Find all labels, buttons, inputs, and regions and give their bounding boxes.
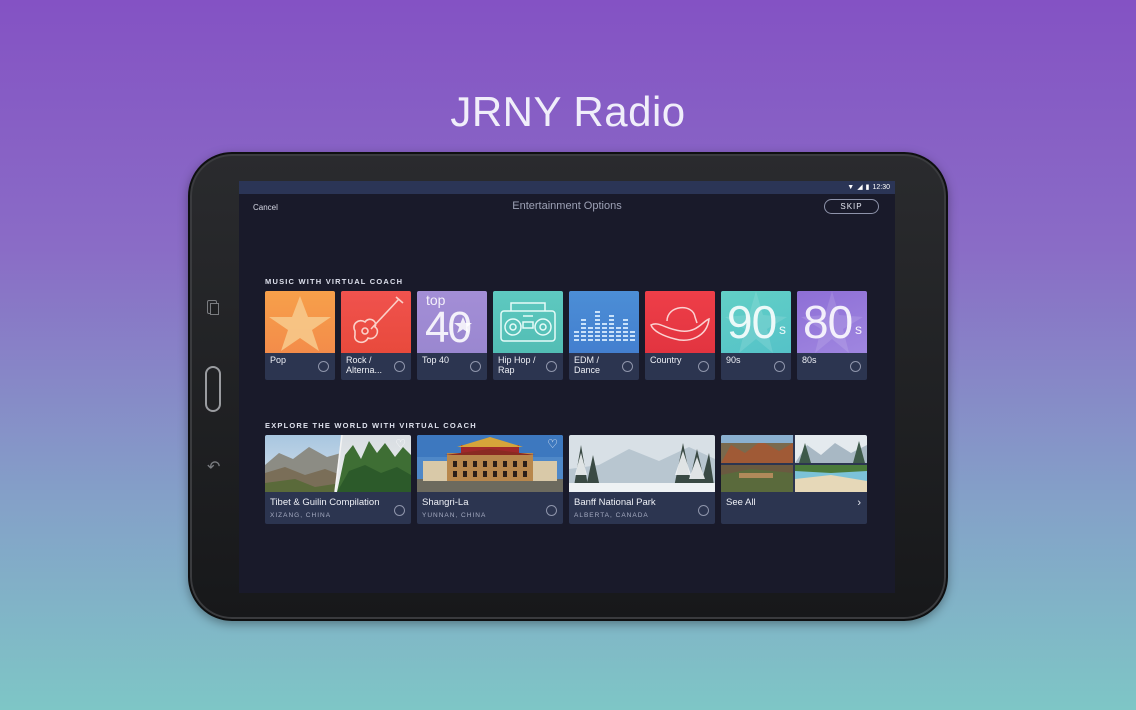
world-card-title: See All [726,497,756,508]
select-radio[interactable] [394,505,405,516]
art-number: 90 [727,296,777,348]
music-card-90s[interactable]: 90 s 90s [721,291,791,380]
favorite-heart-icon[interactable]: ♡ [395,438,406,450]
tablet-device: ↶ ▼ ◢ ▮ 12:30 Cancel Entertainment Optio… [188,152,948,621]
select-radio[interactable] [394,361,405,372]
page-title: Entertainment Options [512,200,622,212]
world-card-tibet-guilin[interactable]: ♡ Tibet & Guilin Compilation XIZANG, CHI… [265,435,411,524]
pop-art [265,291,335,353]
music-card-label: Rock / Alterna... [346,355,383,375]
back-icon[interactable]: ↶ [207,457,220,477]
guitar-icon [353,296,404,344]
battery-icon: ▮ [865,184,870,191]
music-card-80s[interactable]: 80 s 80s [797,291,867,380]
90s-art: 90 s [721,291,791,353]
select-radio[interactable] [850,361,861,372]
music-card-hip-hop[interactable]: Hip Hop / Rap [493,291,563,380]
art-suffix: s [855,321,862,337]
world-card-see-all[interactable]: See All › [721,435,867,524]
music-card-label: Country [650,355,682,365]
select-radio[interactable] [470,361,481,372]
see-all-collage [721,435,867,492]
music-card-rock[interactable]: Rock / Alterna... [341,291,411,380]
select-radio[interactable] [622,361,633,372]
select-radio[interactable] [698,505,709,516]
world-card-title: Shangri-La [422,497,469,508]
music-card-edm[interactable]: EDM / Dance [569,291,639,380]
shangri-la-photo: ♡ [417,435,563,492]
promo-title: JRNY Radio [450,88,686,135]
music-card-label: Top 40 [422,355,450,365]
cowboy-hat-icon [650,307,710,341]
top-40-art: top 40 [417,291,487,353]
rock-art [341,291,411,353]
status-bar: ▼ ◢ ▮ 12:30 [239,181,895,194]
home-button[interactable] [205,366,221,412]
art-suffix: s [779,321,786,337]
world-card-location: YUNNAN, CHINA [422,512,487,519]
select-radio[interactable] [546,361,557,372]
wifi-icon: ▼ [847,184,855,191]
world-card-shangri-la[interactable]: ♡ Shangri-La YUNNAN, CHINA [417,435,563,524]
world-card-title: Banff National Park [574,497,656,508]
80s-art: 80 s [797,291,867,353]
select-radio[interactable] [774,361,785,372]
music-card-label: EDM / Dance [574,355,601,375]
select-radio[interactable] [698,361,709,372]
signal-icon: ◢ [857,184,863,191]
music-card-country[interactable]: Country [645,291,715,380]
country-art [645,291,715,353]
hip-hop-art [493,291,563,353]
star-icon [454,317,472,333]
world-card-location: ALBERTA, CANADA [574,512,649,519]
world-card-banff[interactable]: Banff National Park ALBERTA, CANADA [569,435,715,524]
edm-art [569,291,639,353]
art-number: 80 [803,296,853,348]
music-card-label: Hip Hop / Rap [498,355,536,375]
chevron-right-icon[interactable]: › [857,497,861,509]
music-row: Pop Rock / Alterna... top 40 Top 40 Hip … [265,291,867,380]
music-card-top-40[interactable]: top 40 Top 40 [417,291,487,380]
music-card-pop[interactable]: Pop [265,291,335,380]
favorite-heart-icon[interactable]: ♡ [547,438,558,450]
music-card-label: Pop [270,355,287,365]
world-row: ♡ Tibet & Guilin Compilation XIZANG, CHI… [265,435,867,524]
app-screen: ▼ ◢ ▮ 12:30 Cancel Entertainment Options… [239,181,895,593]
world-card-location: XIZANG, CHINA [270,512,332,519]
equalizer-icon [574,311,635,341]
recent-apps-icon[interactable] [207,300,219,315]
select-radio[interactable] [318,361,329,372]
skip-button[interactable]: SKIP [824,199,879,214]
star-icon [269,296,331,351]
app-bar: Cancel Entertainment Options SKIP [239,194,895,220]
music-section-label: MUSIC WITH VIRTUAL COACH [265,277,404,286]
status-time: 12:30 [872,184,890,191]
music-card-label: 90s [726,355,741,365]
boombox-icon [500,302,556,342]
music-card-label: 80s [802,355,817,365]
select-radio[interactable] [546,505,557,516]
world-section-label: EXPLORE THE WORLD WITH VIRTUAL COACH [265,421,477,430]
banff-photo [569,435,715,492]
world-card-title: Tibet & Guilin Compilation [270,497,380,508]
tibet-guilin-photo: ♡ [265,435,411,492]
